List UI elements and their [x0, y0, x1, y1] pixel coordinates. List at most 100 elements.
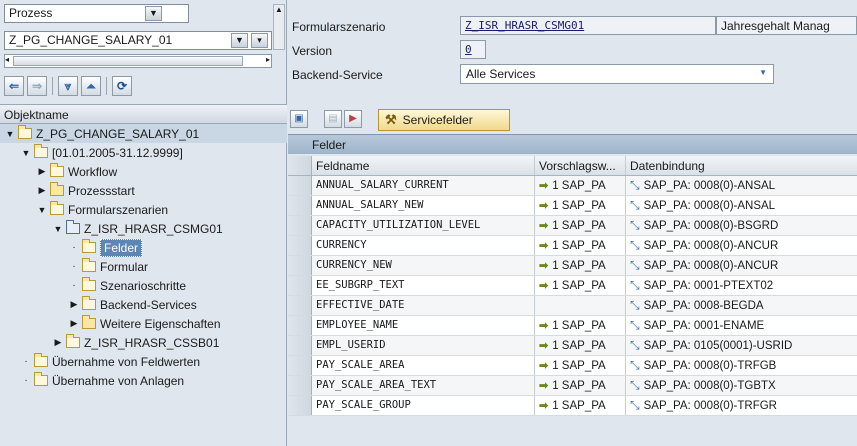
tree-node[interactable]: ▼ Z_ISR_HRASR_CSMG01 — [52, 219, 223, 238]
table-row[interactable]: ANNUAL_SALARY_CURRENT ➡ 1 SAP_PA ⤡ SAP_PA: 0… — [288, 176, 857, 196]
collapse-icon[interactable]: ⩔ — [58, 76, 78, 96]
scroll-right-icon[interactable]: ▸ — [266, 55, 270, 64]
tree-node[interactable]: ▶ Weitere Eigenschaften — [68, 314, 221, 333]
copy-icon[interactable]: ▤ — [324, 110, 342, 128]
row-selector[interactable] — [288, 376, 312, 395]
default-value-cell[interactable]: ➡ 1 SAP_PA — [535, 336, 626, 355]
chevron-down-icon[interactable]: ▼ — [759, 68, 767, 77]
table-row[interactable]: EMPLOYEE_NAME ➡ 1 SAP_PA ⤡ SAP_PA: 0001-ENAM… — [288, 316, 857, 336]
row-selector[interactable] — [288, 296, 312, 315]
row-selector[interactable] — [288, 316, 312, 335]
column-header-default[interactable]: Vorschlagsw... — [535, 156, 626, 175]
row-selector[interactable] — [288, 176, 312, 195]
refresh-icon[interactable]: ⟳ — [112, 76, 132, 96]
tree-node[interactable]: · Formular — [68, 257, 148, 276]
binding-cell[interactable]: ⤡ SAP_PA: 0008(0)-ANCUR — [626, 236, 857, 255]
default-value-cell[interactable] — [535, 296, 626, 315]
process-combo[interactable]: Z_PG_CHANGE_SALARY_01 ▼ ▾ — [4, 31, 272, 50]
default-value-cell[interactable]: ➡ 1 SAP_PA — [535, 316, 626, 335]
binding-cell[interactable]: ⤡ SAP_PA: 0105(0001)-USRID — [626, 336, 857, 355]
default-value-cell[interactable]: ➡ 1 SAP_PA — [535, 216, 626, 235]
tree-node-selected[interactable]: · Felder — [68, 238, 143, 257]
expanded-icon[interactable]: ▼ — [4, 129, 16, 139]
row-selector[interactable] — [288, 396, 312, 415]
collapsed-icon[interactable]: ▶ — [52, 337, 64, 348]
vertical-scrollbar[interactable]: ▲ — [273, 4, 285, 50]
tree-node[interactable]: ▼ [01.01.2005-31.12.9999] — [20, 143, 183, 162]
default-value-cell[interactable]: ➡ 1 SAP_PA — [535, 276, 626, 295]
table-row[interactable]: CAPACITY_UTILIZATION_LEVEL ➡ 1 SAP_PA ⤡ SAP_… — [288, 216, 857, 236]
row-selector[interactable] — [288, 276, 312, 295]
default-value-cell[interactable]: ➡ 1 SAP_PA — [535, 176, 626, 195]
table-row[interactable]: CURRENCY ➡ 1 SAP_PA ⤡ SAP_PA: 0008(0)-ANCUR — [288, 236, 857, 256]
collapsed-icon[interactable]: ▶ — [68, 318, 80, 329]
default-value-cell[interactable]: ➡ 1 SAP_PA — [535, 256, 626, 275]
table-row[interactable]: PAY_SCALE_AREA ➡ 1 SAP_PA ⤡ SAP_PA: 0008(0)-… — [288, 356, 857, 376]
chevron-down-icon[interactable]: ▼ — [231, 33, 248, 48]
collapsed-icon[interactable]: ▶ — [36, 166, 48, 177]
column-header-binding[interactable]: Datenbindung — [626, 156, 857, 175]
row-selector[interactable] — [288, 356, 312, 375]
scroll-thumb[interactable] — [13, 56, 243, 66]
binding-cell[interactable]: ⤡ SAP_PA: 0001-ENAME — [626, 316, 857, 335]
row-selector[interactable] — [288, 216, 312, 235]
table-row[interactable]: EFFECTIVE_DATE ⤡ SAP_PA: 0008-BEGDA — [288, 296, 857, 316]
table-row[interactable]: EE_SUBGRP_TEXT ➡ 1 SAP_PA ⤡ SAP_PA: 0001-PTE… — [288, 276, 857, 296]
scroll-left-icon[interactable]: ◂ — [5, 55, 9, 64]
tree-node[interactable]: ▼ Z_PG_CHANGE_SALARY_01 — [4, 124, 199, 143]
forward-arrow-icon[interactable]: ⇒ — [27, 76, 47, 96]
expanded-icon[interactable]: ▼ — [36, 205, 48, 215]
scroll-down-icon[interactable]: ▾ — [251, 33, 268, 48]
table-title-text: Felder — [312, 138, 347, 152]
expanded-icon[interactable]: ▼ — [20, 148, 32, 158]
collapsed-icon[interactable]: ▶ — [68, 299, 80, 310]
table-row[interactable]: EMPL_USERID ➡ 1 SAP_PA ⤡ SAP_PA: 0105(0001)-… — [288, 336, 857, 356]
object-type-combo[interactable]: Prozess ▼ — [4, 4, 189, 23]
tree-node[interactable]: ▶ Prozessstart — [36, 181, 135, 200]
scroll-up-icon[interactable]: ▲ — [274, 5, 284, 14]
chevron-down-icon[interactable]: ▼ — [145, 6, 162, 21]
select-all-cell[interactable] — [288, 156, 312, 175]
service-fields-button[interactable]: ⚒ Servicefelder — [378, 109, 510, 131]
binding-cell[interactable]: ⤡ SAP_PA: 0008(0)-TRFGR — [626, 396, 857, 415]
save-icon[interactable]: ▣ — [290, 110, 308, 128]
row-selector[interactable] — [288, 336, 312, 355]
binding-cell[interactable]: ⤡ SAP_PA: 0008-BEGDA — [626, 296, 857, 315]
binding-cell[interactable]: ⤡ SAP_PA: 0008(0)-ANSAL — [626, 176, 857, 195]
backend-service-select[interactable]: Alle Services ▼ — [460, 64, 774, 84]
horizontal-scrollbar[interactable]: ◂ ▸ — [4, 54, 272, 68]
row-selector[interactable] — [288, 236, 312, 255]
binding-cell[interactable]: ⤡ SAP_PA: 0008(0)-TRFGB — [626, 356, 857, 375]
default-value-cell[interactable]: ➡ 1 SAP_PA — [535, 196, 626, 215]
binding-cell[interactable]: ⤡ SAP_PA: 0008(0)-ANSAL — [626, 196, 857, 215]
tree-node[interactable]: ▼ Formularszenarien — [36, 200, 168, 219]
expanded-icon[interactable]: ▼ — [52, 224, 64, 234]
collapsed-icon[interactable]: ▶ — [36, 185, 48, 196]
tree-node[interactable]: · Übernahme von Feldwerten — [20, 352, 200, 371]
tree-node[interactable]: ▶ Z_ISR_HRASR_CSSB01 — [52, 333, 219, 352]
tree-node[interactable]: · Übernahme von Anlagen — [20, 371, 184, 390]
default-value-cell[interactable]: ➡ 1 SAP_PA — [535, 236, 626, 255]
default-value-cell[interactable]: ➡ 1 SAP_PA — [535, 396, 626, 415]
row-selector[interactable] — [288, 256, 312, 275]
tree-node[interactable]: ▶ Workflow — [36, 162, 117, 181]
up-level-icon[interactable]: ⏶ — [81, 76, 101, 96]
tree-node[interactable]: ▶ Backend-Services — [68, 295, 197, 314]
tree-node[interactable]: · Szenarioschritte — [68, 276, 186, 295]
split-icon[interactable]: ▶ — [344, 110, 362, 128]
binding-cell[interactable]: ⤡ SAP_PA: 0008(0)-TGBTX — [626, 376, 857, 395]
default-value-cell[interactable]: ➡ 1 SAP_PA — [535, 376, 626, 395]
default-value-cell[interactable]: ➡ 1 SAP_PA — [535, 356, 626, 375]
column-header-fieldname[interactable]: Feldname — [312, 156, 535, 175]
table-row[interactable]: PAY_SCALE_GROUP ➡ 1 SAP_PA ⤡ SAP_PA: 0008(0)… — [288, 396, 857, 416]
scenario-field[interactable]: Z_ISR_HRASR_CSMG01 — [460, 16, 716, 35]
back-arrow-icon[interactable]: ⇐ — [4, 76, 24, 96]
table-row[interactable]: PAY_SCALE_AREA_TEXT ➡ 1 SAP_PA ⤡ SAP_PA: 000… — [288, 376, 857, 396]
table-row[interactable]: ANNUAL_SALARY_NEW ➡ 1 SAP_PA ⤡ SAP_PA: 0008(… — [288, 196, 857, 216]
binding-cell[interactable]: ⤡ SAP_PA: 0008(0)-ANCUR — [626, 256, 857, 275]
table-row[interactable]: CURRENCY_NEW ➡ 1 SAP_PA ⤡ SAP_PA: 0008(0)-AN… — [288, 256, 857, 276]
binding-cell[interactable]: ⤡ SAP_PA: 0008(0)-BSGRD — [626, 216, 857, 235]
version-field[interactable]: 0 — [460, 40, 486, 59]
binding-cell[interactable]: ⤡ SAP_PA: 0001-PTEXT02 — [626, 276, 857, 295]
row-selector[interactable] — [288, 196, 312, 215]
